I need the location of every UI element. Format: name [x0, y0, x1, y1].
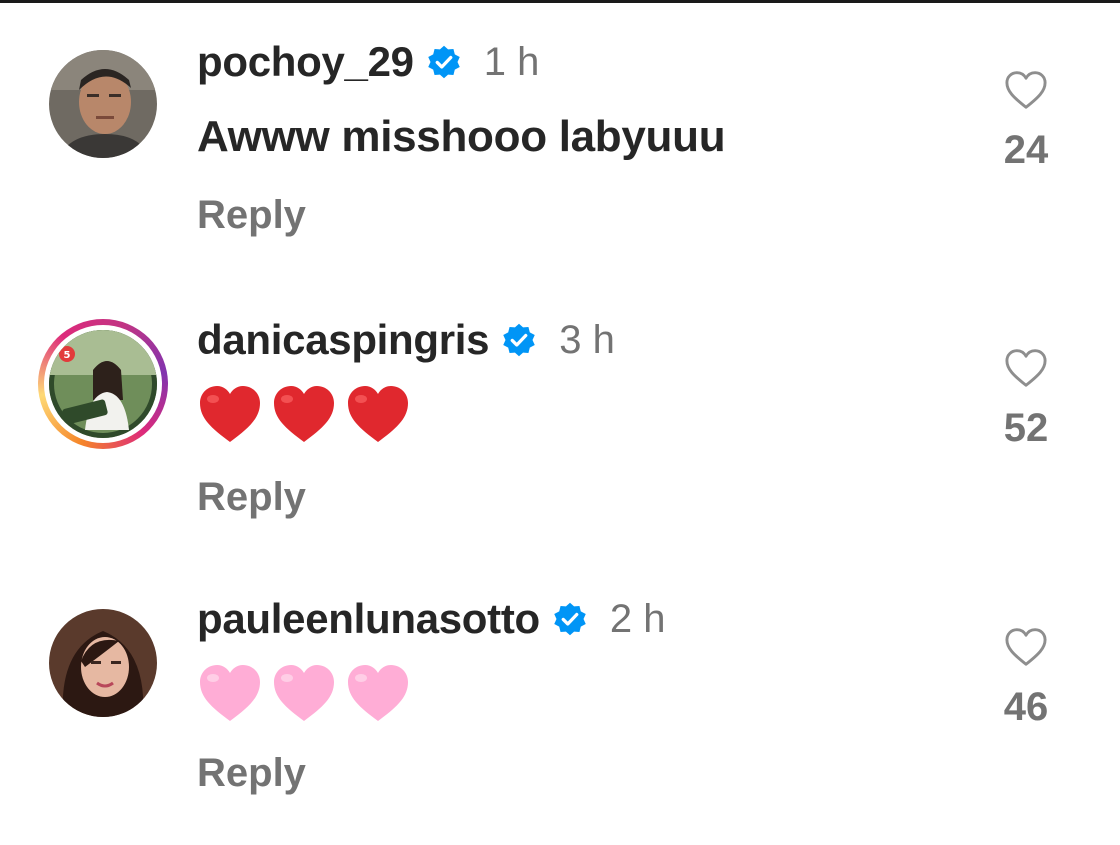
comment-item: pochoy_29 1 h Awww misshooo labyuuu Repl…: [0, 0, 1120, 270]
verified-badge-icon: [427, 45, 460, 79]
username[interactable]: danicaspingris: [197, 316, 490, 364]
story-ring[interactable]: 5: [38, 319, 168, 449]
reply-button[interactable]: Reply: [197, 751, 306, 796]
avatar[interactable]: [49, 50, 157, 158]
heart-outline-icon[interactable]: [1004, 627, 1048, 667]
comment-item: pauleenlunasotto 2 h Reply 46: [0, 557, 1120, 827]
comment-header: pauleenlunasotto 2 h: [197, 589, 666, 649]
reply-button[interactable]: Reply: [197, 193, 306, 238]
comment-text: [197, 663, 411, 723]
svg-text:5: 5: [64, 350, 71, 361]
comment-item: 5 danicaspingris 3 h Reply 52: [0, 278, 1120, 548]
pink-heart-emoji: [348, 665, 408, 721]
reply-button[interactable]: Reply: [197, 475, 306, 520]
pink-heart-emoji: [274, 665, 334, 721]
like-count: 46: [1003, 685, 1049, 729]
comment-time: 3 h: [559, 317, 615, 362]
pink-heart-emoji: [200, 665, 260, 721]
comment-header: pochoy_29 1 h: [197, 32, 539, 92]
username[interactable]: pochoy_29: [197, 38, 414, 86]
avatar[interactable]: [49, 609, 157, 717]
comment-time: 2 h: [609, 596, 666, 641]
red-heart-emoji: [274, 386, 334, 442]
like-button[interactable]: 46: [996, 627, 1056, 730]
verified-badge-icon: [554, 602, 586, 636]
comment-time: 1 h: [483, 39, 540, 84]
avatar[interactable]: 5: [49, 330, 157, 438]
verified-badge-icon: [503, 323, 535, 357]
red-heart-emoji: [348, 386, 408, 442]
like-button[interactable]: 24: [996, 70, 1056, 173]
heart-outline-icon[interactable]: [1004, 70, 1048, 110]
like-count: 52: [1003, 406, 1049, 450]
like-count: 24: [1003, 128, 1049, 172]
comment-header: danicaspingris 3 h: [197, 310, 615, 370]
comment-text: Awww misshooo labyuuu: [197, 112, 726, 161]
username[interactable]: pauleenlunasotto: [197, 595, 540, 643]
heart-outline-icon[interactable]: [1004, 348, 1048, 388]
comment-text: [197, 384, 411, 444]
like-button[interactable]: 52: [996, 348, 1056, 451]
red-heart-emoji: [200, 386, 260, 442]
